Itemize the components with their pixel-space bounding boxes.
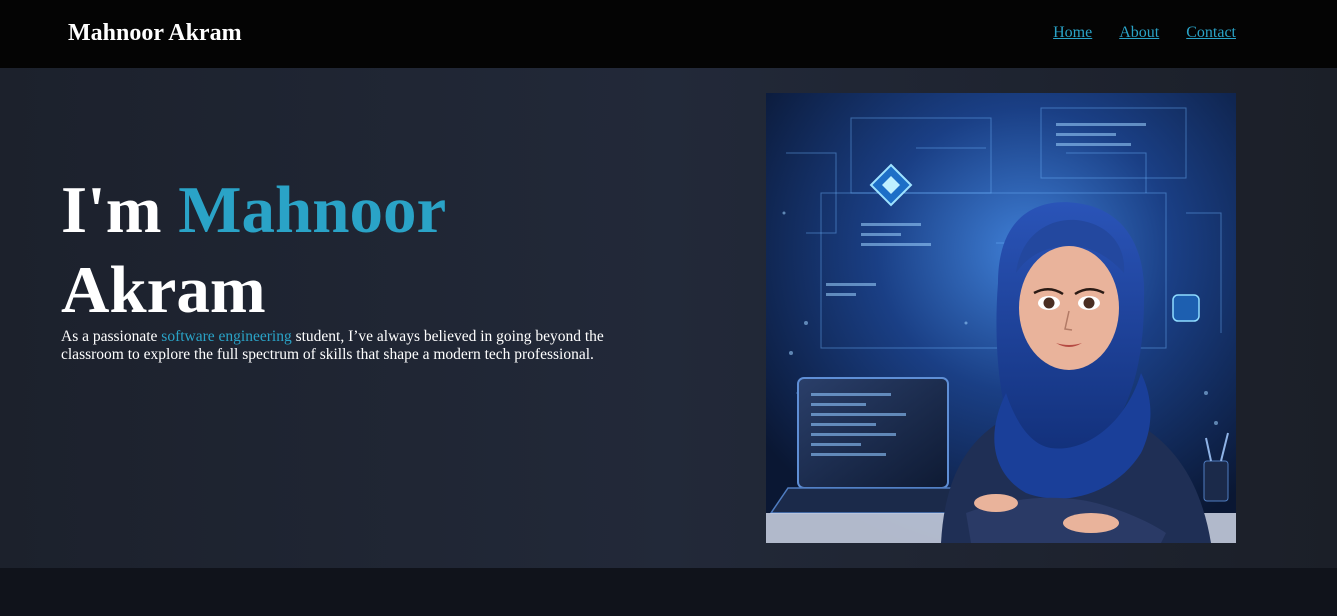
hero-title-prefix: I'm (61, 173, 179, 247)
footer-band (0, 568, 1337, 616)
hero-desc-highlight: software engineering (161, 328, 292, 345)
site-brand[interactable]: Mahnoor Akram (68, 19, 242, 47)
navbar: Mahnoor Akram Home About Contact (0, 0, 1337, 68)
nav-link-home[interactable]: Home (1053, 23, 1092, 43)
nav-link-about[interactable]: About (1119, 23, 1159, 43)
hero-description: As a passionate software engineering stu… (61, 328, 616, 364)
nav-link-contact[interactable]: Contact (1186, 23, 1236, 43)
hero-title-name-rest: Akram (61, 253, 266, 327)
hero-title: I'm Mahnoor Akram (61, 170, 601, 330)
hero-desc-before: As a passionate (61, 328, 162, 345)
hero-title-name-accent: Mahnoor (178, 173, 447, 247)
hero-section: I'm Mahnoor Akram As a passionate softwar… (0, 68, 1337, 568)
nav-links: Home About Contact (1053, 23, 1236, 43)
profile-illustration (766, 93, 1236, 543)
